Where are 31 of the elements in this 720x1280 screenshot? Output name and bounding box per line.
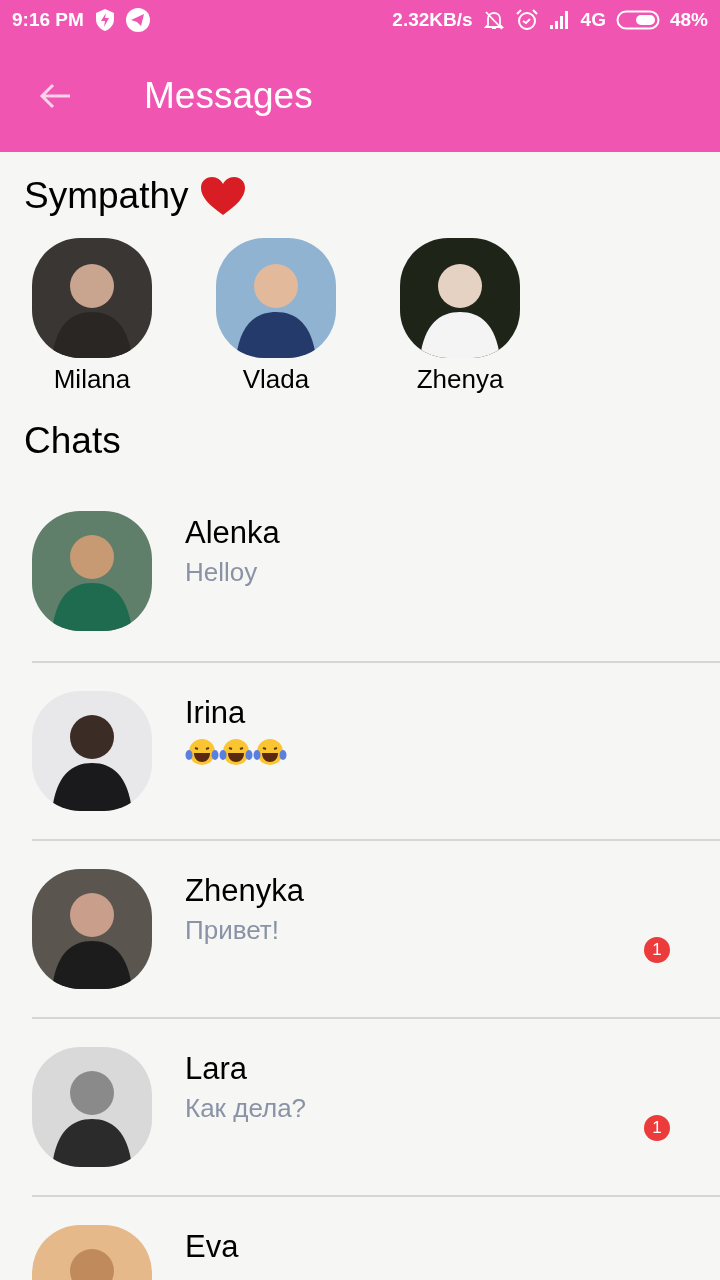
message-preview: Привет! [185,915,280,946]
laughing-emoji-icon [219,737,253,767]
network-speed: 2.32KB/s [392,9,473,31]
network-type: 4G [580,9,606,31]
unread-badge: 1 [644,937,670,963]
shield-icon [93,8,116,32]
person-name: Zhenya [416,364,504,395]
contact-name: Irina [185,695,247,731]
message-preview: Как дела? [185,1093,307,1124]
status-time: 9:16 PM [12,9,84,31]
contact-name: Eva [185,1229,239,1265]
section-heading: Sympathy [24,175,189,217]
screen-title: Messages [144,75,313,117]
battery-icon [615,9,660,31]
section-heading: Chats [24,420,121,462]
signal-icon [548,10,571,30]
person-name: Milana [53,364,131,395]
alarm-icon [514,8,539,32]
contact-name: Zhenyka [185,873,304,909]
person-name: Vlada [242,364,310,395]
laughing-emoji-icon [185,737,219,767]
paper-plane-icon [125,8,150,32]
contact-name: Alenka [185,515,280,551]
back-arrow-icon [38,82,72,110]
battery-level: 48% [669,9,708,31]
contact-name: Lara [185,1051,249,1087]
unread-badge: 1 [644,1115,670,1141]
heart-icon [198,175,247,217]
muted-bell-icon [482,9,505,31]
message-preview: Helloy [185,557,259,588]
laughing-emoji-icon [253,737,287,767]
